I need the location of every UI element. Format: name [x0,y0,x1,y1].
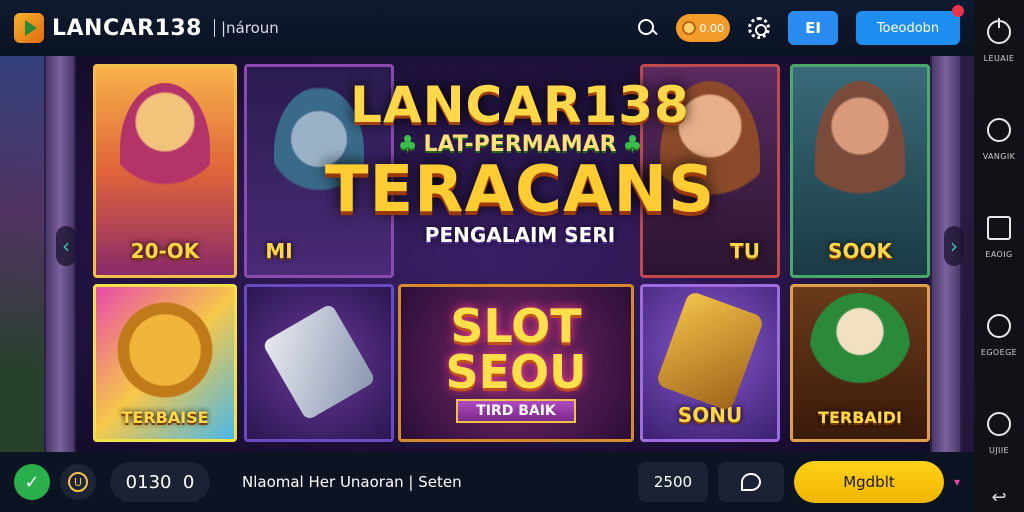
promo-banner: LANCAR138 ♣ LAT-PERMAMAR ♣ TERACANS PENGAL… [300,78,740,278]
bet-value[interactable]: 2500 [637,462,708,502]
top-actions: 0.00 EI Toeodobn [636,5,964,45]
bottom-bar: ✓ U 0130 0 Nlaomal Her Unaoran | Seten 2… [0,452,974,512]
menu-button[interactable]: EI [788,11,838,45]
tile-label: 20-OK [130,239,200,263]
coin-icon [682,21,696,35]
news-ticker: Nlaomal Her Unaoran | Seten [242,473,462,491]
sidebar-item-1[interactable]: LEUAIE [974,18,1024,118]
tile-label: TERBAIDI [818,408,902,427]
counter-value-secondary: 0 [182,471,195,493]
tile-art [815,81,905,231]
coin-value: 0.00 [699,21,725,35]
coin-icon: U [68,472,88,492]
game-tile-6[interactable] [244,284,394,442]
game-tile-9[interactable]: TERBAIDI [790,284,930,442]
tile-art [261,303,377,421]
right-sidebar: LEUAIE VANGIK EAOIG EGOEGE UJIIE ↩ [974,0,1024,512]
chat-icon [987,118,1011,142]
refresh-icon [987,314,1011,338]
credit-counter[interactable]: 0130 0 [110,462,210,502]
counter-value: 0130 [125,471,172,493]
carousel-prev-button[interactable]: ‹ [56,226,76,266]
tile-label: SOOK [828,239,892,263]
chevron-left-icon: ‹ [62,234,70,258]
sidebar-item-label: LEUAIE [983,54,1015,63]
chat-icon [740,473,761,491]
game-tile-1[interactable]: 20-OK [93,64,237,278]
tile-art [810,293,910,403]
sidebar-item-label: EAOIG [985,250,1013,259]
sidebar-item-3[interactable]: EAOIG [974,216,1024,314]
search-icon[interactable] [636,17,658,39]
menu-button-label: EI [805,19,821,37]
game-tile-8[interactable]: SONU [640,284,780,442]
banner-headline: TERACANS [324,153,716,227]
brand-name[interactable]: LANCAR138 [52,16,202,41]
sidebar-item-2[interactable]: VANGIK [974,118,1024,216]
check-icon: ✓ [24,471,40,493]
brand-sub-label: |nároun [214,19,279,37]
spin-button[interactable]: Mgdblt [793,461,944,503]
chat-button[interactable] [717,462,784,502]
banner-subline: PENGALAIM SERI [424,223,616,247]
brand-logo-icon[interactable] [14,13,44,43]
sidebar-item-4[interactable]: EGOEGE [974,314,1024,412]
chevron-down-icon[interactable]: ▾ [954,475,960,489]
login-button-label: Toeodobn [876,20,940,36]
carousel-next-button[interactable]: › [944,226,964,266]
chevron-right-icon: › [950,234,958,258]
notification-dot [952,5,964,17]
tile-art [120,83,210,213]
game-tile-4[interactable]: SOOK [790,64,930,278]
coin-balance[interactable]: 0.00 [676,14,730,42]
banner-brand: LANCAR138 [350,76,690,134]
clock-icon [987,412,1011,436]
tile-label: TERBAISE [121,408,209,427]
app: LANCAR138 |nároun 0.00 EI Toeodobn 20-OK… [0,0,1024,512]
tile-label: SONU [677,403,743,427]
game-stage: 20-OK MI TU SOOK TERBAISE SLOT SEOU TIRD… [0,56,974,452]
box-icon [987,216,1011,240]
sidebar-item-label: UJIIE [989,446,1009,455]
tile-subtitle: TIRD BAIK [456,399,576,423]
tile-art [655,290,765,412]
check-button[interactable]: ✓ [14,464,50,500]
top-bar: LANCAR138 |nároun 0.00 EI Toeodobn [0,0,974,56]
game-tile-7[interactable]: SLOT SEOU TIRD BAIK [398,284,634,442]
gear-icon[interactable] [748,17,770,39]
tile-title: SEOU [445,345,587,399]
sidebar-item-label: EGOEGE [980,348,1018,357]
game-tile-5[interactable]: TERBAISE [93,284,237,442]
power-icon [987,18,1011,44]
tile-label: MI [265,239,293,263]
back-arrow-icon[interactable]: ↩ [991,487,1006,508]
login-button[interactable]: Toeodobn [856,5,964,45]
coin-button[interactable]: U [60,464,96,500]
tile-title: SLOT [450,299,582,353]
tile-art [110,295,220,405]
sidebar-item-label: VANGIK [982,152,1016,161]
